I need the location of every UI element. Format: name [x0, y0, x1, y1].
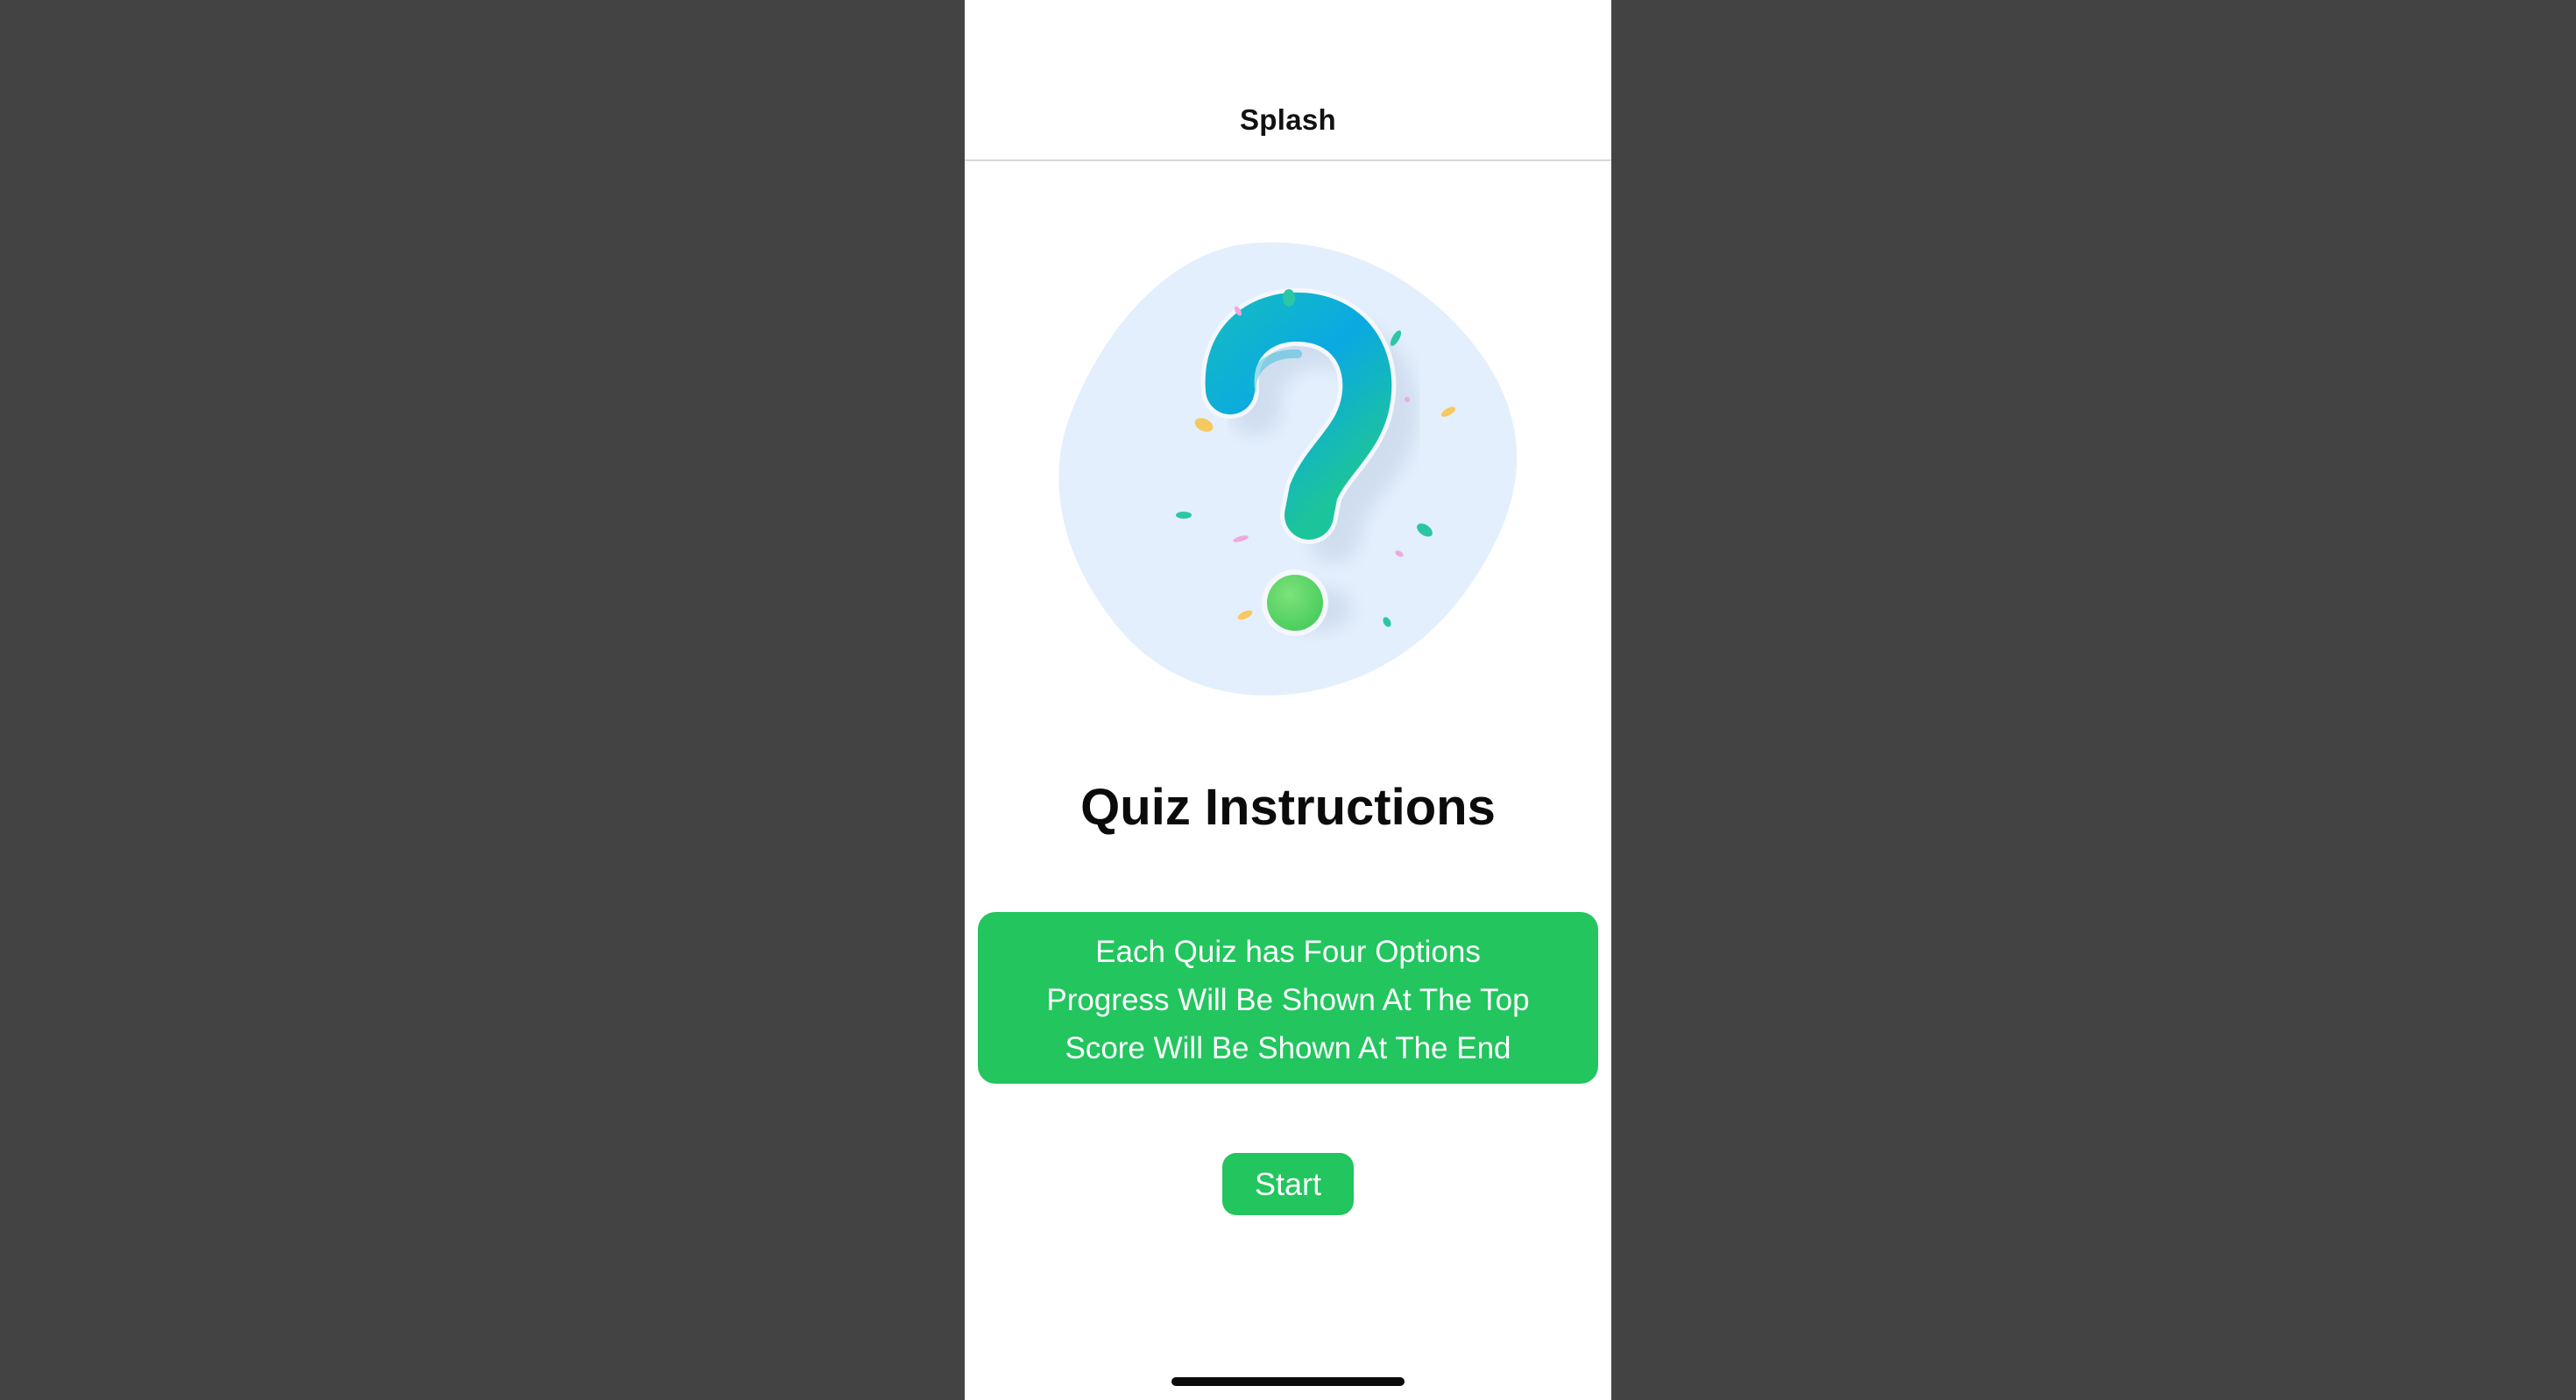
instruction-line: Progress Will Be Shown At The Top [1046, 983, 1530, 1017]
start-button[interactable]: Start [1222, 1153, 1354, 1215]
question-mark-illustration [1052, 237, 1525, 701]
instruction-line: Each Quiz has Four Options [1095, 935, 1481, 969]
app-screen: Splash Quiz Instructions Each Quiz has F… [965, 0, 1611, 1400]
home-indicator[interactable] [1171, 1377, 1405, 1386]
nav-title: Splash [1239, 103, 1336, 136]
page-title: Quiz Instructions [1080, 779, 1496, 836]
instruction-line: Score Will Be Shown At The End [1065, 1031, 1511, 1065]
question-mark-icon [1058, 242, 1518, 696]
instructions-card: Each Quiz has Four Options Progress Will… [978, 912, 1598, 1084]
navigation-bar: Splash [965, 0, 1611, 161]
